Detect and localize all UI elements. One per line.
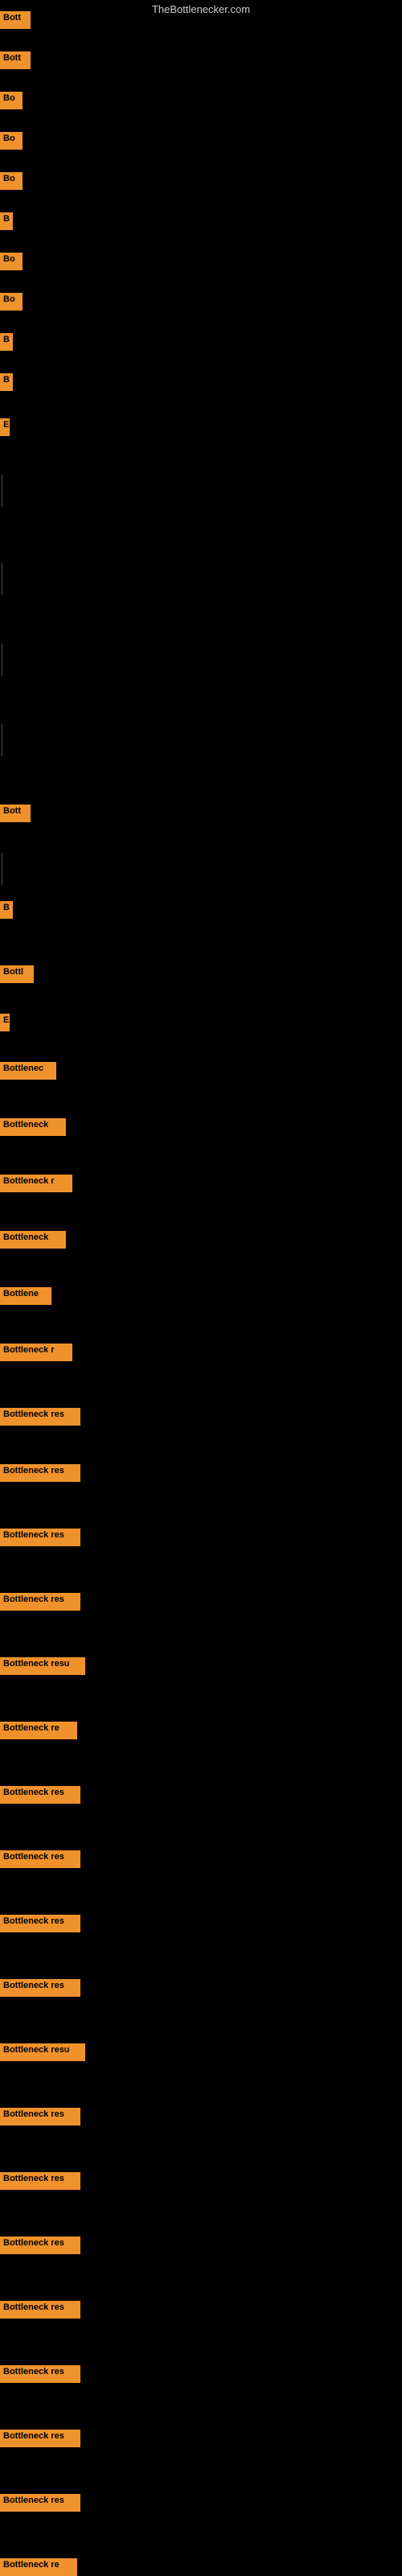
label-28: Bottleneck res — [0, 1786, 80, 1804]
label-5: Bo — [0, 172, 23, 190]
site-title: TheBottlenecker.com — [152, 3, 250, 15]
label-15: E — [0, 1014, 10, 1031]
label-23: Bottleneck res — [0, 1464, 80, 1482]
label-8: Bo — [0, 293, 23, 311]
label-12: Bott — [0, 804, 31, 822]
label-4: Bo — [0, 132, 23, 150]
label-21: Bottleneck r — [0, 1344, 72, 1361]
label-25: Bottleneck res — [0, 1593, 80, 1611]
label-22: Bottleneck res — [0, 1408, 80, 1426]
label-10: B — [0, 373, 13, 391]
label-29: Bottleneck res — [0, 1850, 80, 1868]
label-35: Bottleneck res — [0, 2237, 80, 2254]
label-19: Bottleneck — [0, 1231, 66, 1249]
label-16: Bottlenec — [0, 1062, 56, 1080]
label-17: Bottleneck — [0, 1118, 66, 1136]
label-24: Bottleneck res — [0, 1529, 80, 1546]
label-26: Bottleneck resu — [0, 1657, 85, 1675]
label-37: Bottleneck res — [0, 2365, 80, 2383]
label-18: Bottleneck r — [0, 1175, 72, 1192]
label-30: Bottleneck res — [0, 1915, 80, 1932]
label-6: B — [0, 212, 13, 230]
label-39: Bottleneck res — [0, 2494, 80, 2512]
label-34: Bottleneck res — [0, 2172, 80, 2190]
label-32: Bottleneck resu — [0, 2043, 85, 2061]
label-33: Bottleneck res — [0, 2108, 80, 2125]
label-2: Bott — [0, 51, 31, 69]
label-27: Bottleneck re — [0, 1722, 77, 1739]
label-40: Bottleneck re — [0, 2558, 77, 2576]
label-13: B — [0, 901, 13, 919]
label-1: Bott — [0, 11, 31, 29]
label-11: E — [0, 418, 10, 436]
label-20: Bottlene — [0, 1287, 51, 1305]
label-38: Bottleneck res — [0, 2430, 80, 2447]
label-14: Bottl — [0, 965, 34, 983]
label-3: Bo — [0, 92, 23, 109]
label-31: Bottleneck res — [0, 1979, 80, 1997]
label-7: Bo — [0, 253, 23, 270]
label-9: B — [0, 333, 13, 351]
label-36: Bottleneck res — [0, 2301, 80, 2319]
